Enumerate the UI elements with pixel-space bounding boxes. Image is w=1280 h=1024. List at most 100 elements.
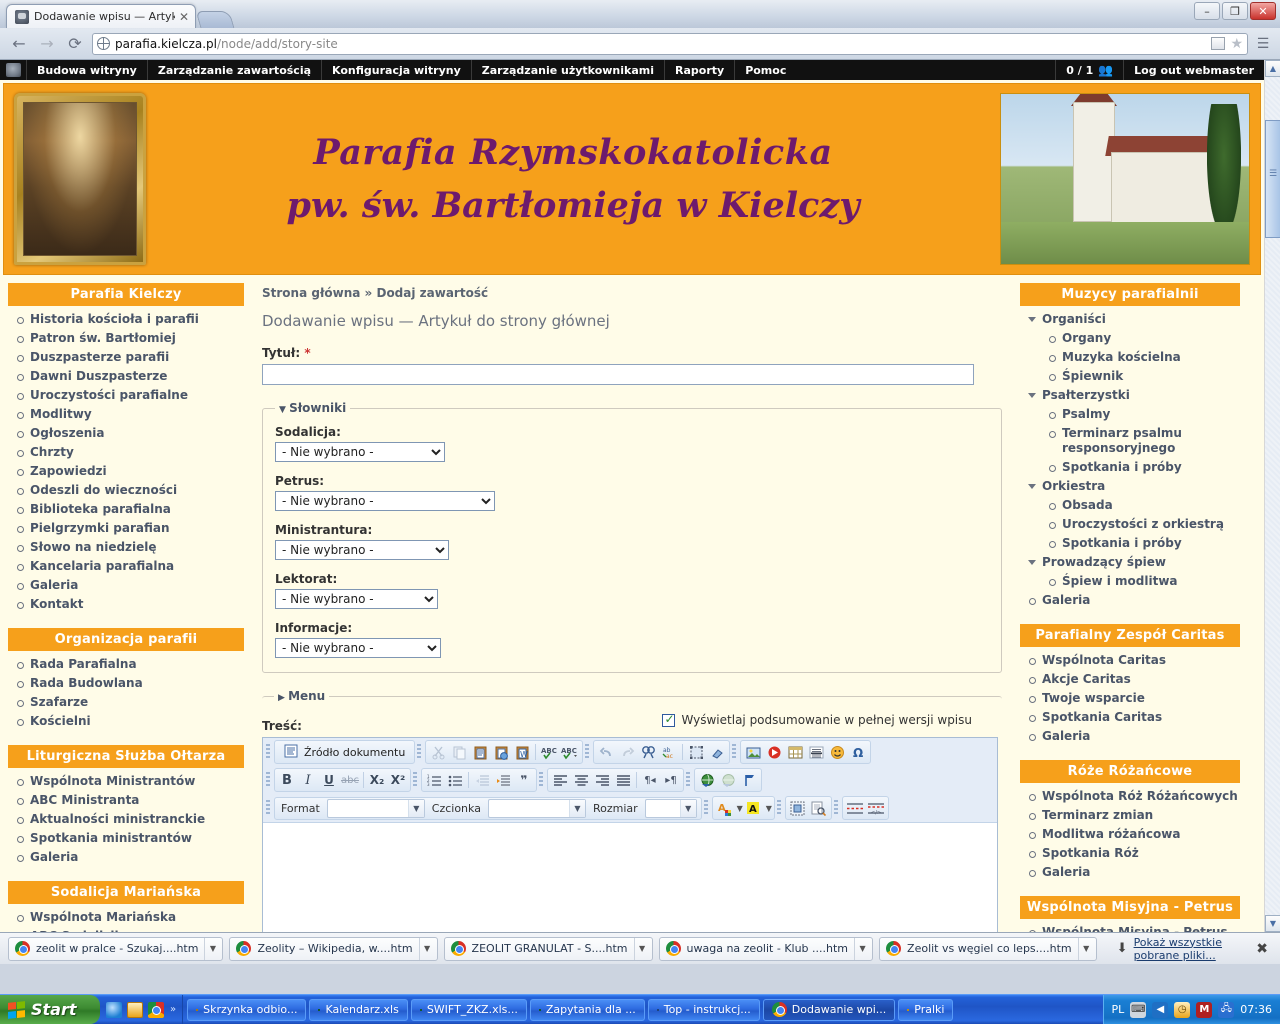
tray-clock-icon[interactable]: ◷ [1174,1001,1191,1018]
menu-link[interactable]: Twoje wsparcie [1042,691,1145,705]
browser-tab[interactable]: Dodawanie wpisu — Artykuł d ✕ [6,4,196,28]
menu-link[interactable]: Wspólnota Ministrantów [30,774,195,788]
menu-link[interactable]: Uroczystości parafialne [30,388,188,402]
outdent-icon[interactable] [472,770,492,790]
chevron-down-icon[interactable]: ▼ [418,937,435,960]
menu-link[interactable]: Prowadzący śpiew [1042,555,1166,569]
format-dropdown[interactable]: ▼ [326,798,425,818]
taskbar-item[interactable]: Skrzynka odbio... [187,998,307,1021]
admin-menu-pomoc[interactable]: Pomoc [734,60,796,80]
ltr-icon[interactable]: ¶◂ [640,770,660,790]
menu-link[interactable]: Chrzty [30,445,74,459]
toolbar-grip-icon[interactable] [833,800,838,816]
lektorat-select[interactable]: - Nie wybrano - [275,589,438,609]
spellcheck-icon[interactable]: ABC [539,742,559,762]
scroll-down-button[interactable]: ▼ [1265,915,1280,932]
bold-icon[interactable]: B [277,770,297,790]
redo-icon[interactable] [617,742,637,762]
align-left-icon[interactable] [550,770,570,790]
sodalicja-select[interactable]: - Nie wybrano - [275,442,445,462]
breadcrumb[interactable]: Strona główna » Dodaj zawartość [262,286,1002,300]
summary-checkbox[interactable] [662,712,676,727]
admin-menu-zarzadzanie-zawartoscia[interactable]: Zarządzanie zawartością [146,60,321,80]
menu-link[interactable]: Śpiew i modlitwa [1062,574,1178,588]
link-icon[interactable] [697,770,717,790]
menu-link[interactable]: Biblioteka parafialna [30,502,171,516]
menu-link[interactable]: Spotkania i próby [1062,460,1182,474]
download-item[interactable]: zeolit w pralce - Szukaj....htm ▼ [8,936,224,961]
admin-menu-konfiguracja-witryny[interactable]: Konfiguracja witryny [321,60,471,80]
rtl-icon[interactable]: ▸¶ [661,770,681,790]
undo-icon[interactable] [596,742,616,762]
select-all-icon[interactable] [686,742,706,762]
admin-menu-zarzadzanie-uzytkownikami[interactable]: Zarządzanie użytkownikami [470,60,664,80]
numbered-list-icon[interactable]: 123 [424,770,444,790]
informacje-select[interactable]: - Nie wybrano - [275,638,441,658]
replace-icon[interactable]: ab ac [659,742,679,762]
page-zoom-icon[interactable] [1211,37,1226,50]
menu-link[interactable]: Uroczystości z orkiestrą [1062,517,1224,531]
ministrantura-select[interactable]: - Nie wybrano - [275,540,449,560]
chevron-down-icon[interactable]: ▼ [204,937,220,960]
anchor-icon[interactable] [739,770,759,790]
menu-link[interactable]: Odeszli do wieczności [30,483,177,497]
align-right-icon[interactable] [592,770,612,790]
menu-link[interactable]: Kancelaria parafialna [30,559,174,573]
toolbar-grip-icon[interactable] [703,800,708,816]
forward-icon[interactable]: → [36,33,58,55]
menu-link[interactable]: Rada Parafialna [30,657,137,671]
menu-link[interactable]: Wspólnota Caritas [1042,653,1166,667]
minimize-button[interactable]: – [1194,2,1220,20]
tab-close-icon[interactable]: ✕ [179,11,189,23]
show-all-downloads-link[interactable]: Pokaż wszystkie pobrane pliki... [1134,936,1251,962]
align-center-icon[interactable] [571,770,591,790]
menu-link[interactable]: Terminarz zmian [1042,808,1153,822]
menu-link[interactable]: Spotkania i próby [1062,536,1182,550]
menu-link[interactable]: Spotkania Róż [1042,846,1139,860]
chevron-down-icon[interactable]: ▼ [737,804,743,813]
toolbar-grip-icon[interactable] [776,800,781,816]
menu-link[interactable]: Wspólnota Mariańska [30,910,176,924]
title-input[interactable] [262,364,974,385]
download-item[interactable]: ZEOLIT GRANULAT - S....htm ▼ [443,936,653,961]
horizontal-rule-icon[interactable] [806,742,826,762]
back-icon[interactable]: ← [8,33,30,55]
admin-menu-budowa-witryny[interactable]: Budowa witryny [26,60,147,80]
menu-link[interactable]: Modlitwy [30,407,92,421]
template-icon[interactable]: </> [866,798,886,818]
page-scrollbar[interactable]: ▲ ▼ [1264,60,1280,932]
paste-text-icon[interactable] [491,742,511,762]
language-indicator[interactable]: PL [1112,1003,1125,1016]
indent-icon[interactable] [493,770,513,790]
scroll-up-button[interactable]: ▲ [1265,60,1280,77]
petrus-select[interactable]: - Nie wybrano - [275,491,495,511]
remove-format-icon[interactable] [707,742,727,762]
online-users-indicator[interactable]: 0 / 1 👥 [1055,60,1123,80]
logout-link[interactable]: Log out webmaster [1123,60,1264,80]
chevron-down-icon[interactable]: ▼ [854,937,870,960]
copy-icon[interactable] [449,742,469,762]
editor-content-area[interactable] [263,822,997,932]
menu-link[interactable]: Spotkania Caritas [1042,710,1162,724]
preview-icon[interactable] [809,798,829,818]
menu-link[interactable]: Spotkania ministrantów [30,831,192,845]
menu-link[interactable]: Organy [1062,331,1111,345]
menu-link[interactable]: Galeria [1042,593,1090,607]
menu-link[interactable]: Rada Budowlana [30,676,143,690]
toolbar-grip-icon[interactable] [417,744,422,760]
special-char-icon[interactable]: Ω [848,742,868,762]
ie-icon[interactable] [106,1001,122,1018]
toolbar-grip-icon[interactable] [266,772,270,788]
toolbar-grip-icon[interactable] [585,744,590,760]
start-button[interactable]: Start [0,995,100,1024]
toolbar-grip-icon[interactable] [266,744,270,760]
table-icon[interactable] [785,742,805,762]
menu-link[interactable]: Galeria [30,578,78,592]
toolbar-grip-icon[interactable] [732,744,737,760]
subscript-icon[interactable]: X₂ [367,770,387,790]
network-icon[interactable]: 🖧 [1218,1001,1235,1018]
chevron-right-icon[interactable]: » [170,1004,176,1015]
show-blocks-icon[interactable] [788,798,808,818]
menu-link[interactable]: Galeria [30,850,78,864]
menu-link[interactable]: Wspólnota Misyjna - Petrus [1042,925,1228,932]
